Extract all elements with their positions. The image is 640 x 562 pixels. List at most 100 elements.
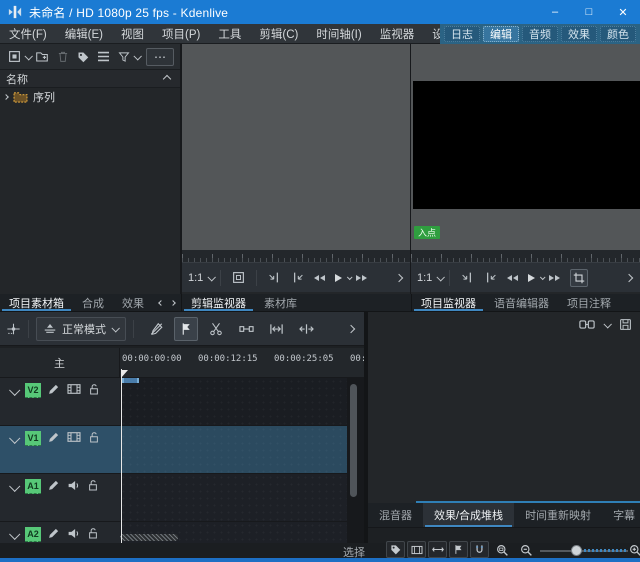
zoom-out-icon[interactable] [520, 544, 533, 557]
tab-effects[interactable]: 效果 [113, 294, 153, 311]
play-button[interactable] [335, 273, 343, 282]
play-button[interactable] [528, 273, 536, 282]
bin-more-button[interactable]: ⋯ [146, 47, 174, 66]
new-folder-icon[interactable] [35, 50, 49, 63]
menu-tool[interactable]: 工具 [209, 26, 250, 42]
track-lane[interactable] [120, 426, 347, 473]
save-effect-stack-icon[interactable] [619, 318, 632, 331]
clip-monitor-display[interactable] [182, 44, 410, 250]
track-name-badge[interactable]: A1 [25, 479, 41, 494]
tab-project-notes[interactable]: 项目注释 [558, 294, 620, 311]
zoom-fit-icon[interactable] [496, 544, 509, 557]
bin-name-column-header[interactable]: 名称 [0, 70, 180, 88]
clip-monitor-ruler[interactable] [182, 250, 410, 262]
playhead-marker[interactable] [121, 370, 128, 378]
monitor-zoom-level[interactable]: 1:1 [417, 272, 432, 284]
workspace-audio[interactable]: 音频 [522, 26, 558, 42]
menu-clip[interactable]: 剪辑(C) [250, 26, 307, 42]
maximize-button[interactable]: □ [572, 0, 606, 24]
collapse-track-icon[interactable] [9, 432, 21, 444]
track-v1[interactable]: V1 [0, 426, 364, 473]
collapse-track-icon[interactable] [9, 528, 21, 540]
set-zone-in-icon[interactable] [268, 271, 281, 284]
select-tool-button[interactable] [174, 316, 198, 341]
tab-project-monitor[interactable]: 项目监视器 [412, 294, 485, 311]
tab-scroll-right-icon[interactable] [170, 299, 176, 306]
rewind-icon[interactable] [314, 274, 326, 281]
audio-thumbnails-icon[interactable] [67, 479, 80, 492]
slip-tool-button[interactable] [264, 317, 288, 341]
tab-project-bin[interactable]: 项目素材箱 [0, 294, 73, 311]
edit-track-icon[interactable] [48, 431, 60, 443]
track-v2[interactable]: V2 [0, 378, 364, 425]
set-zone-in-icon[interactable] [461, 271, 474, 284]
track-a1[interactable]: A1 [0, 474, 364, 521]
edit-track-icon[interactable] [48, 527, 60, 539]
lock-track-icon[interactable] [88, 431, 100, 444]
tab-subtitles[interactable]: 字幕 [602, 503, 640, 527]
timeline-zone-icon[interactable] [6, 322, 21, 336]
video-thumbnails-icon[interactable] [67, 431, 81, 443]
lock-track-icon[interactable] [87, 527, 99, 540]
monitor-overflow-icon[interactable] [394, 273, 404, 282]
razor-tool-button[interactable] [204, 317, 228, 341]
project-monitor-ruler[interactable] [411, 250, 640, 262]
add-clip-dropdown-icon[interactable] [24, 51, 33, 61]
minimize-button[interactable]: – [538, 0, 572, 24]
fast-forward-icon[interactable] [356, 274, 368, 281]
collapse-track-icon[interactable] [9, 480, 21, 492]
timeline-zone-bar[interactable] [122, 378, 139, 383]
menu-edit[interactable]: 编辑(E) [56, 26, 112, 42]
tab-mixer[interactable]: 混音器 [368, 503, 423, 527]
track-name-badge[interactable]: V1 [25, 431, 41, 446]
workspace-effects[interactable]: 效果 [561, 26, 597, 42]
tab-time-remap[interactable]: 时间重新映射 [514, 503, 602, 527]
compare-effect-icon[interactable] [579, 319, 595, 330]
play-dropdown-icon[interactable] [347, 273, 353, 280]
timeline-vertical-scrollbar[interactable] [350, 384, 357, 497]
tab-clip-monitor[interactable]: 剪辑监视器 [182, 294, 255, 311]
zoom-dropdown-icon[interactable] [207, 272, 217, 282]
show-tags-button[interactable] [386, 541, 405, 558]
track-a2[interactable]: A2 [0, 522, 364, 543]
menu-timeline[interactable]: 时间轴(I) [307, 26, 370, 42]
video-thumbnails-button[interactable] [407, 541, 426, 558]
show-markers-button[interactable] [449, 541, 468, 558]
zoom-in-icon[interactable] [629, 544, 640, 557]
monitor-zoom-level[interactable]: 1:1 [188, 272, 203, 284]
collapse-track-icon[interactable] [9, 384, 21, 396]
track-lane[interactable] [120, 378, 347, 425]
track-name-badge[interactable]: A2 [25, 527, 41, 542]
fast-forward-icon[interactable] [549, 274, 561, 281]
set-zone-out-icon[interactable] [291, 271, 304, 284]
track-name-badge[interactable]: V2 [25, 383, 41, 398]
tag-icon[interactable] [77, 51, 89, 63]
filter-dropdown-icon[interactable] [133, 51, 142, 61]
tab-scroll-left-icon[interactable] [158, 299, 164, 306]
play-dropdown-icon[interactable] [540, 273, 546, 280]
chevron-down-icon[interactable] [603, 319, 612, 329]
set-zone-out-icon[interactable] [484, 271, 497, 284]
edit-track-icon[interactable] [48, 383, 60, 395]
ripple-tool-button[interactable] [294, 317, 318, 341]
zone-icon[interactable] [232, 271, 245, 284]
playhead-line[interactable] [121, 369, 122, 543]
tab-library[interactable]: 素材库 [255, 294, 306, 311]
zoom-slider-handle[interactable] [571, 545, 582, 556]
timeline-horizontal-scrollbar[interactable] [120, 534, 178, 541]
track-lane[interactable] [120, 474, 347, 521]
mix-clips-button[interactable] [144, 317, 168, 341]
lock-track-icon[interactable] [87, 479, 99, 492]
workspace-editing[interactable]: 编辑 [483, 26, 519, 42]
menu-project[interactable]: 项目(P) [153, 26, 209, 42]
zoom-dropdown-icon[interactable] [436, 272, 446, 282]
timeline-ruler[interactable]: 00:00:00:00 00:00:12:15 00:00:25:05 00:0… [120, 348, 364, 378]
workspace-color[interactable]: 颜色 [600, 26, 636, 42]
tab-speech-editor[interactable]: 语音编辑器 [485, 294, 558, 311]
add-clip-icon[interactable] [8, 50, 21, 63]
timeline-toolbar-overflow-icon[interactable] [346, 324, 356, 333]
track-header[interactable]: A2 [0, 522, 120, 543]
titlebar[interactable]: 未命名 / HD 1080p 25 fps - Kdenlive – □ ✕ [0, 0, 640, 24]
filter-icon[interactable] [118, 51, 130, 63]
tab-compositions[interactable]: 合成 [73, 294, 113, 311]
